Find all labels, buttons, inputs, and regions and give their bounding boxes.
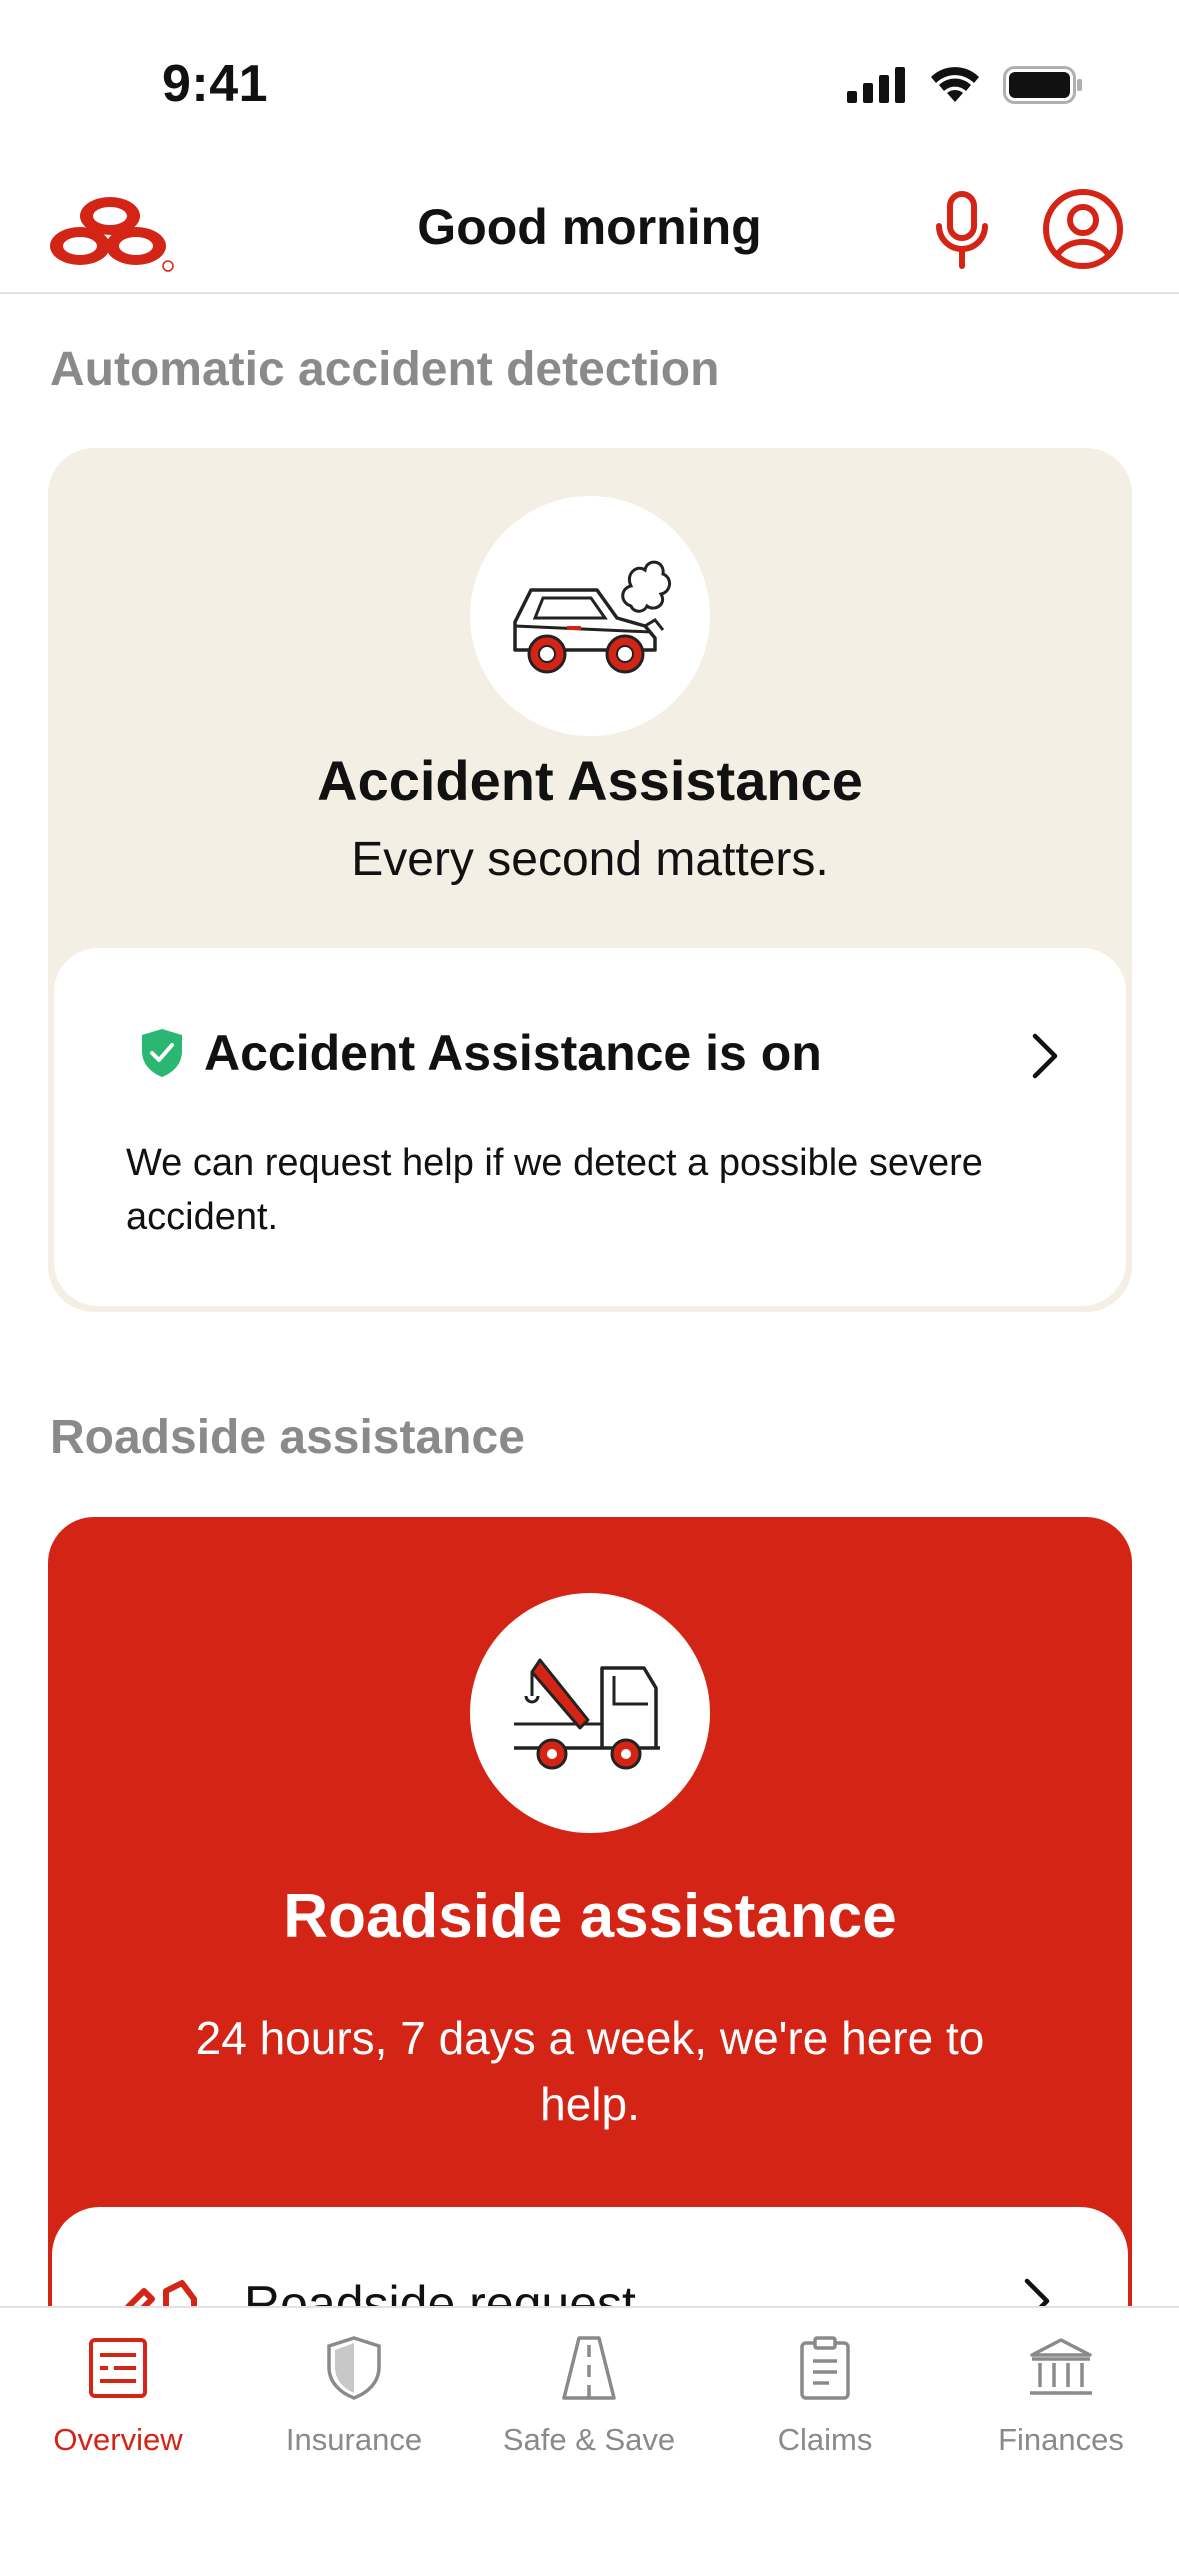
accident-icon-circle [470,496,710,736]
battery-icon [1003,66,1082,104]
overview-icon [89,2338,147,2398]
page-title: Good morning [417,199,762,255]
wifi-icon [931,67,979,102]
app-header: Good morning [0,170,1179,294]
tab-label-claims: Claims [777,2422,873,2457]
tab-overview[interactable]: Overview [0,2308,236,2508]
roadside-card-subtitle: 24 hours, 7 days a week, we're here to h… [195,2012,985,2130]
tab-label-finances: Finances [998,2422,1124,2457]
tow-truck-icon [514,1658,660,1770]
road-icon [562,2336,616,2400]
status-time: 9:41 [162,55,269,113]
tab-finances[interactable]: Finances [943,2308,1179,2508]
accident-status-description: We can request help if we detect a possi… [126,1142,983,1238]
accident-card-title: Accident Assistance [317,749,863,812]
tab-label-overview: Overview [53,2422,183,2457]
section-label-accident-detection: Automatic accident detection [50,343,720,396]
accident-status: Accident Assistance is on [140,1024,822,1082]
damaged-car-icon [513,560,671,674]
status-bar: 9:41 [0,0,1179,170]
tab-label-safe-and-save: Safe & Save [502,2422,676,2457]
accident-status-text: Accident Assistance is on [204,1025,822,1081]
shield-icon [327,2336,381,2400]
roadside-card-title: Roadside assistance [283,1882,897,1951]
bottom-tab-bar: Overview Insurance Safe & Save Claims Fi… [0,2306,1179,2556]
status-icons [847,66,1083,104]
chevron-right-icon [1032,1033,1058,1079]
profile-icon[interactable] [1042,188,1124,270]
clipboard-icon [800,2336,850,2400]
shield-check-icon [142,1029,182,1077]
accident-card-subtitle: Every second matters. [351,833,829,886]
tab-safe-and-save[interactable]: Safe & Save [471,2308,707,2508]
tab-insurance[interactable]: Insurance [236,2308,472,2508]
cellular-signal-icon [847,67,905,103]
bank-icon [1030,2338,1092,2395]
tab-claims[interactable]: Claims [707,2308,943,2508]
accident-assistance-status-row[interactable]: Accident Assistance is on We can request… [54,948,1126,1306]
app-screen: 9:41 Good morning Automatic accident det… [0,0,1179,2556]
tab-label-insurance: Insurance [285,2422,423,2457]
microphone-icon[interactable] [934,190,990,270]
section-label-roadside: Roadside assistance [50,1411,525,1464]
roadside-icon-circle [470,1593,710,1833]
accident-assistance-card: Accident Assistance Every second matters… [48,448,1132,1312]
